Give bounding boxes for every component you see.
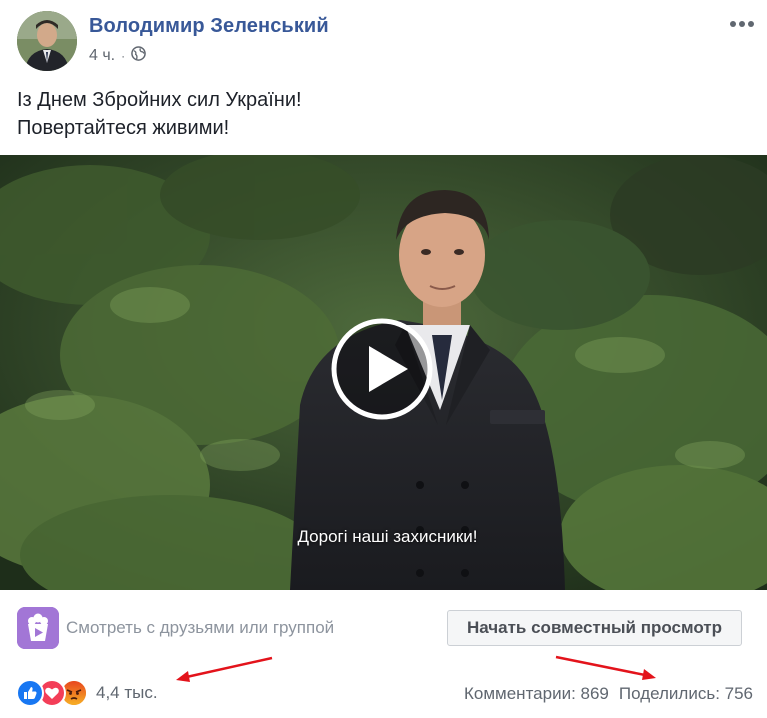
play-icon[interactable] <box>331 318 433 420</box>
comments-count[interactable]: Комментарии: 869 <box>464 684 609 704</box>
engagement-counts: Комментарии: 869 Поделились: 756 <box>464 684 753 704</box>
watch-party-text[interactable]: Смотреть с друзьями или группой <box>66 618 334 638</box>
post-meta: 4 ч. · <box>89 46 146 66</box>
video-player[interactable]: Дорогі наші захисники! <box>0 155 767 590</box>
facebook-post: Володимир Зеленський 4 ч. · Із Днем Збро… <box>0 0 767 718</box>
start-watch-party-button[interactable]: Начать совместный просмотр <box>447 610 742 646</box>
post-timestamp[interactable]: 4 ч. <box>89 47 115 65</box>
like-icon <box>16 679 44 707</box>
more-horizontal-icon[interactable] <box>729 14 755 34</box>
post-text: Із Днем Збройних сил України! Повертайте… <box>17 86 302 142</box>
video-caption: Дорогі наші захисники! <box>297 527 478 546</box>
annotation-arrow-left <box>176 656 273 682</box>
meta-separator: · <box>121 49 126 63</box>
shares-count[interactable]: Поделились: 756 <box>619 684 753 704</box>
post-text-line: Із Днем Збройних сил України! <box>17 89 302 111</box>
annotation-arrow-right <box>555 655 656 680</box>
author-name[interactable]: Володимир Зеленський <box>89 15 329 38</box>
reaction-summary[interactable]: 4,4 тыс. <box>16 678 158 708</box>
watch-party-icon[interactable] <box>17 607 59 649</box>
reaction-count[interactable]: 4,4 тыс. <box>96 683 158 703</box>
author-avatar[interactable] <box>17 11 77 71</box>
post-text-line: Повертайтеся живими! <box>17 117 230 139</box>
globe-icon[interactable] <box>131 46 146 66</box>
